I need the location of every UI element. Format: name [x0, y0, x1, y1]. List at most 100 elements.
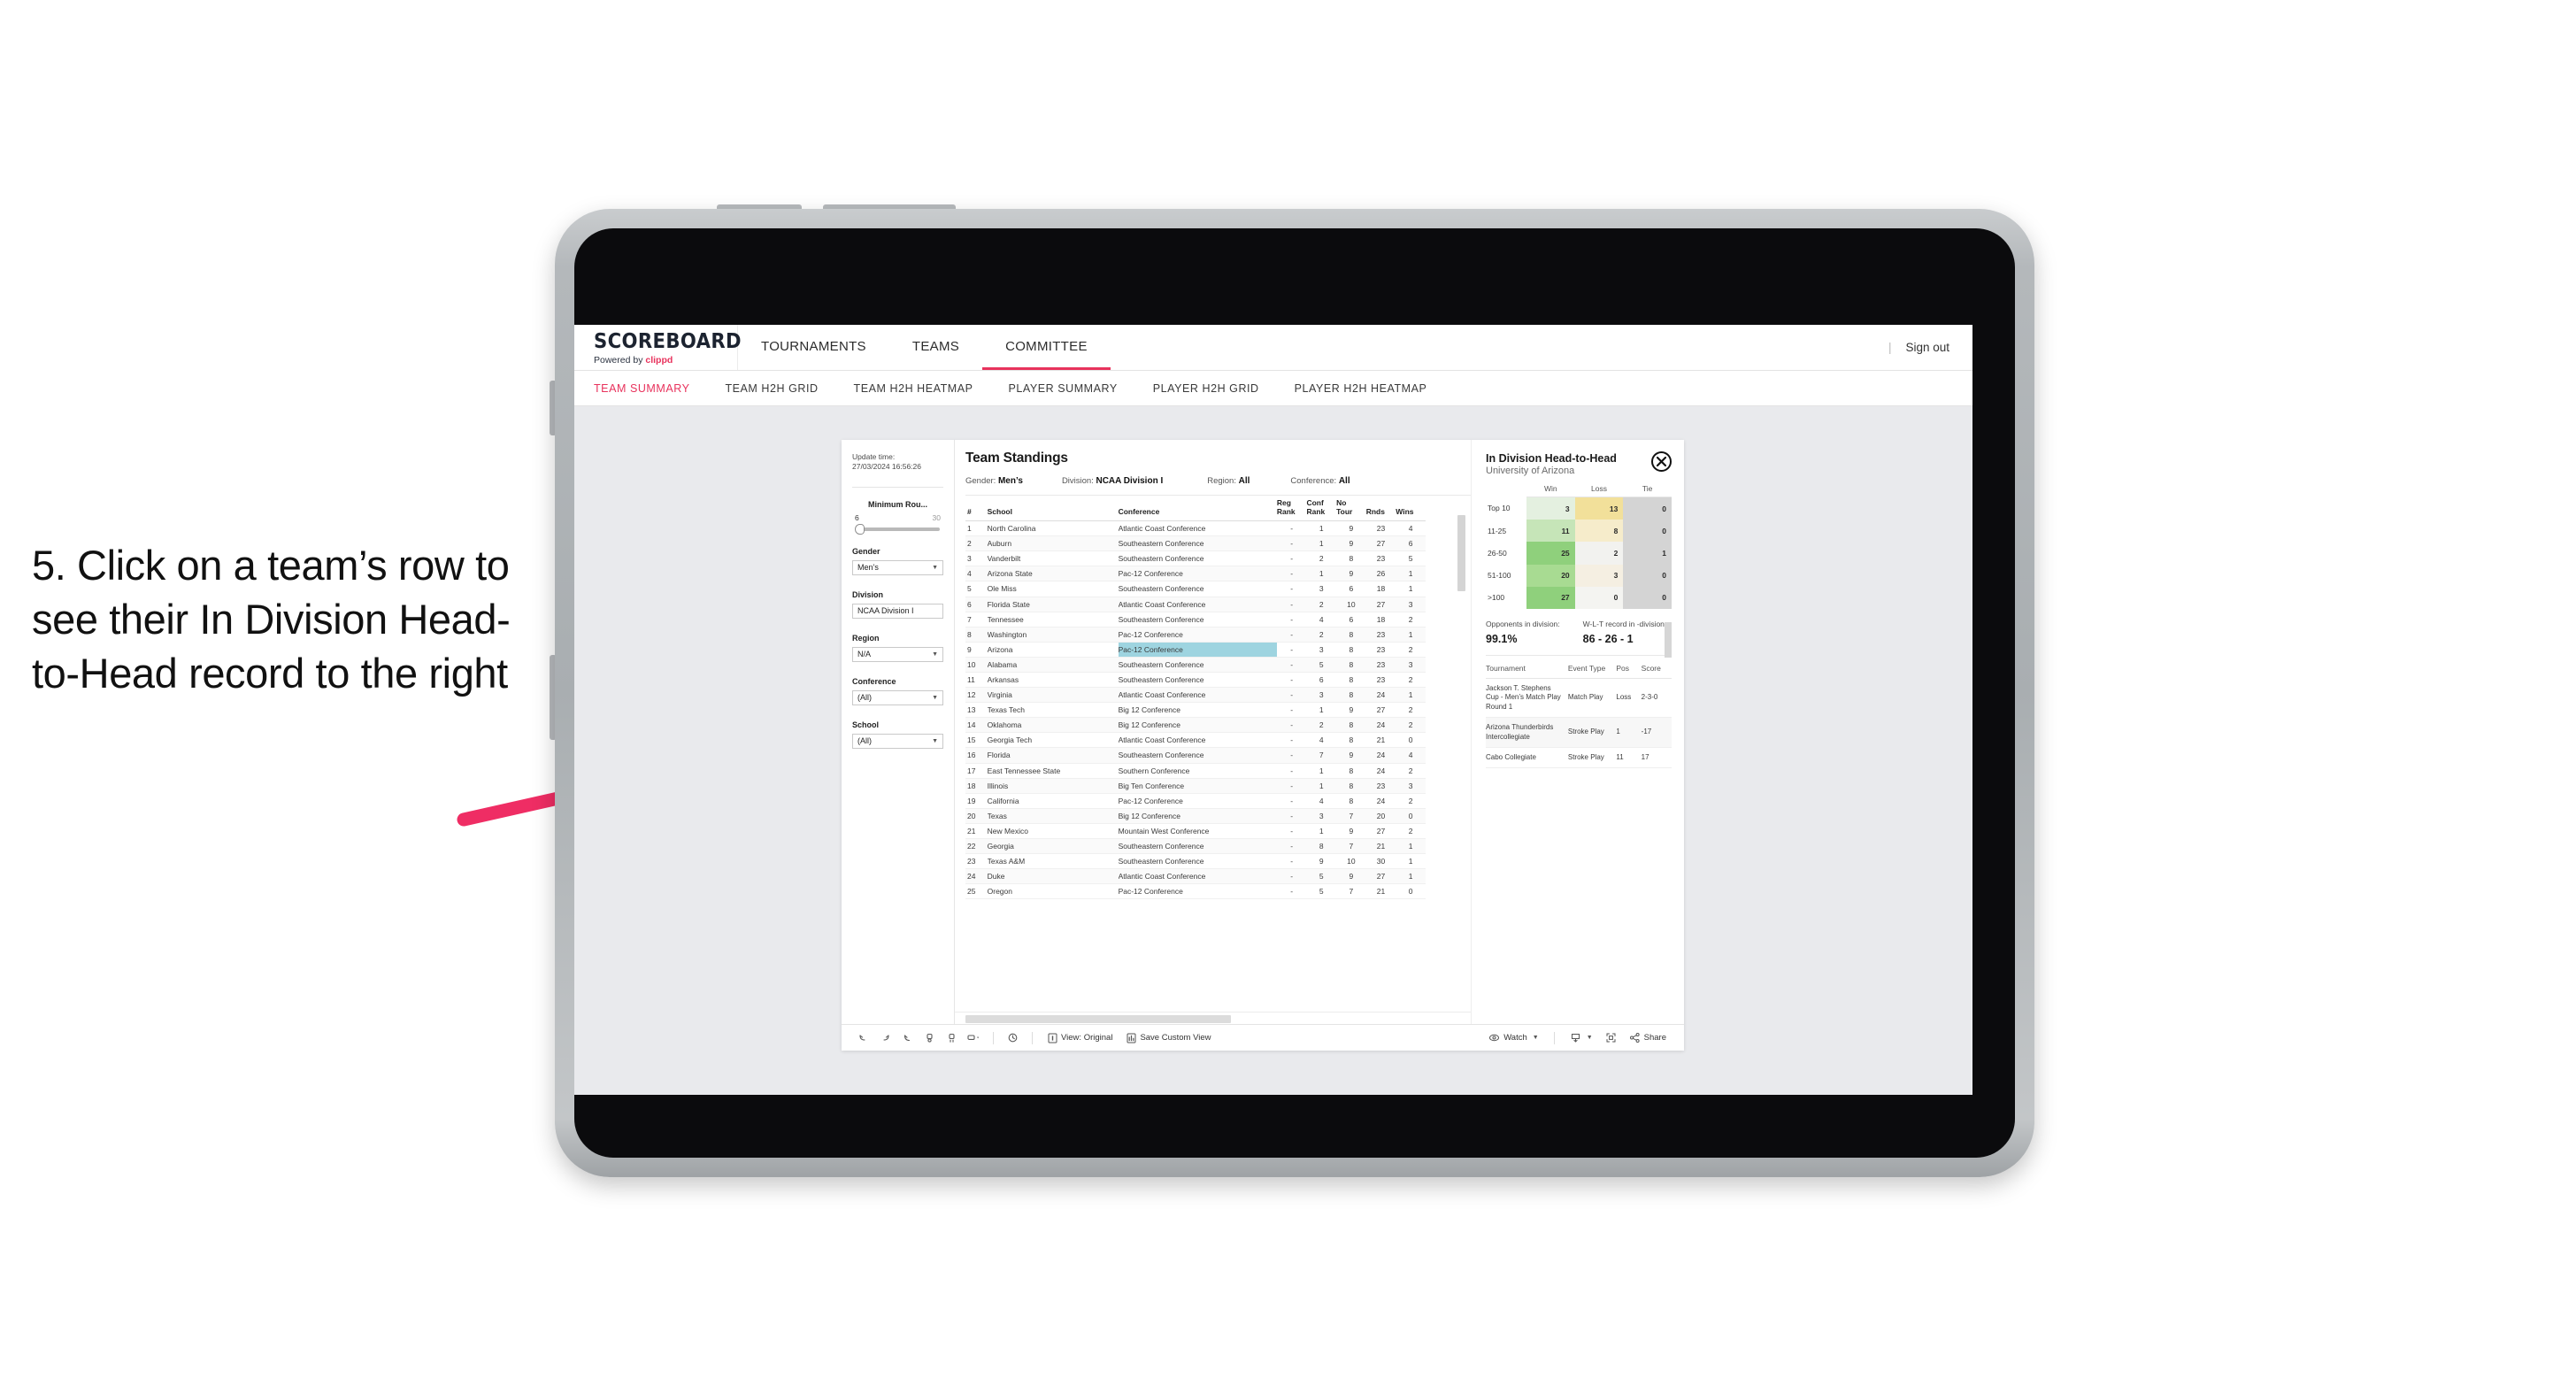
cell-rnds: 23 — [1365, 642, 1396, 658]
redo-icon[interactable] — [874, 1028, 896, 1048]
refresh-icon[interactable] — [919, 1028, 941, 1048]
standings-header-row: # School Conference Reg Rank Conf Rank N… — [965, 496, 1426, 522]
logo-tagline-prefix: Powered by — [594, 354, 646, 366]
region-select[interactable]: N/A ▼ — [852, 646, 943, 662]
table-row[interactable]: 20 Texas Big 12 Conference -3 7 20 0 — [965, 808, 1426, 824]
table-row[interactable]: 8 Washington Pac-12 Conference -2 8 23 1 — [965, 627, 1426, 643]
cell-school: Virginia — [987, 687, 1119, 704]
table-row[interactable]: 14 Oklahoma Big 12 Conference -2 8 24 2 — [965, 717, 1426, 734]
subnav-item-team-h2h-grid[interactable]: TEAM H2H GRID — [707, 382, 835, 395]
cell-rnds: 24 — [1365, 717, 1396, 734]
tcol-pos[interactable]: Pos — [1616, 657, 1642, 679]
cell-conference: Pac-12 Conference — [1118, 627, 1277, 643]
cell-rank: 25 — [965, 883, 988, 900]
col-wins[interactable]: Wins — [1396, 496, 1426, 522]
pause-icon[interactable] — [941, 1028, 963, 1048]
cell-reg-rank: - — [1276, 808, 1307, 824]
col-reg-rank[interactable]: Reg Rank — [1276, 496, 1307, 522]
col-conf-rank[interactable]: Conf Rank — [1306, 496, 1337, 522]
revert-icon[interactable] — [896, 1028, 919, 1048]
min-rounds-slider-handle[interactable] — [855, 523, 865, 535]
cell-conf-rank: 1 — [1306, 702, 1337, 719]
table-row[interactable]: 1 North Carolina Atlantic Coast Conference… — [965, 520, 1426, 537]
col-rank[interactable]: # — [965, 496, 988, 522]
table-row[interactable]: 21 New Mexico Mountain West Conference -1 9 2… — [965, 823, 1426, 840]
cell-no-tour: 9 — [1336, 868, 1366, 885]
close-icon[interactable] — [1651, 451, 1672, 472]
brand-logo[interactable]: SCOREBOARD Powered by clippd — [574, 325, 742, 370]
save-custom-view-button[interactable]: Save Custom View — [1119, 1028, 1218, 1048]
conference-label: Conference — [852, 676, 896, 686]
cell-reg-rank: - — [1276, 717, 1307, 734]
download-button[interactable]: ▼ — [1563, 1028, 1600, 1048]
h2h-row-label: Top 10 — [1486, 497, 1526, 520]
table-row[interactable]: 12 Virginia Atlantic Coast Conference -3 8 24… — [965, 687, 1426, 704]
min-rounds-slider-track[interactable] — [855, 523, 940, 535]
col-no-tour[interactable]: No Tour — [1336, 496, 1366, 522]
chevron-down-icon: ▼ — [932, 651, 938, 658]
topnav-item-committee[interactable]: COMMITTEE — [982, 325, 1111, 370]
school-select[interactable]: (All) ▼ — [852, 733, 943, 749]
tcol-tournament[interactable]: Tournament — [1486, 657, 1568, 679]
cell-no-tour: 7 — [1336, 883, 1366, 900]
table-row[interactable]: 5 Ole Miss Southeastern Conference -3 6 18 1 — [965, 581, 1426, 597]
tournament-row[interactable]: Cabo Collegiate Stroke Play 11 17 — [1486, 747, 1672, 769]
col-conference[interactable]: Conference — [1118, 496, 1277, 522]
table-row[interactable]: 15 Georgia Tech Atlantic Coast Conference -… — [965, 732, 1426, 749]
cell-conf-rank: 7 — [1306, 747, 1337, 764]
fullscreen-icon[interactable] — [1600, 1028, 1622, 1048]
table-row[interactable]: 4 Arizona State Pac-12 Conference -1 9 26 1 — [965, 566, 1426, 582]
subnav-item-player-summary[interactable]: PLAYER SUMMARY — [991, 382, 1135, 395]
table-row[interactable]: 2 Auburn Southeastern Conference -1 9 27 6 — [965, 535, 1426, 552]
standings-horizontal-scrollbar[interactable] — [965, 1015, 1231, 1023]
table-row[interactable]: 11 Arkansas Southeastern Conference -6 8 23 2 — [965, 672, 1426, 689]
table-row[interactable]: 16 Florida Southeastern Conference -7 9 24 4 — [965, 747, 1426, 764]
table-row[interactable]: 22 Georgia Southeastern Conference -8 7 21 1 — [965, 838, 1426, 855]
table-row[interactable]: 13 Texas Tech Big 12 Conference -1 9 27 2 — [965, 702, 1426, 719]
table-row[interactable]: 23 Texas A&M Southeastern Conference -9 10 30… — [965, 853, 1426, 870]
gender-label: Gender — [852, 546, 880, 556]
stat-opponents-label: Opponents in division: — [1486, 619, 1560, 628]
table-row[interactable]: 10 Alabama Southeastern Conference -5 8 23 3 — [965, 657, 1426, 673]
view-original-button[interactable]: View: Original — [1041, 1028, 1119, 1048]
table-row[interactable]: 17 East Tennessee State Southern Conferenc… — [965, 763, 1426, 779]
topnav-item-tournaments[interactable]: TOURNAMENTS — [738, 325, 889, 370]
subnav-item-team-h2h-heatmap[interactable]: TEAM H2H HEATMAP — [836, 382, 991, 395]
rectangle-select-icon[interactable] — [963, 1028, 985, 1048]
tcol-score[interactable]: Score — [1641, 657, 1672, 679]
gender-select[interactable]: Men’s ▼ — [852, 559, 943, 575]
standings-vertical-scrollbar[interactable] — [1457, 515, 1465, 591]
topnav-item-teams[interactable]: TEAMS — [889, 325, 982, 370]
cell-conference: Atlantic Coast Conference — [1118, 597, 1277, 612]
tournament-row[interactable]: Arizona Thunderbirds Intercollegiate Stro… — [1486, 717, 1672, 748]
subnav-item-player-h2h-heatmap[interactable]: PLAYER H2H HEATMAP — [1277, 382, 1445, 395]
watch-button[interactable]: Watch ▼ — [1481, 1028, 1546, 1048]
table-row[interactable]: 7 Tennessee Southeastern Conference -4 6 18 2 — [965, 612, 1426, 628]
table-row[interactable]: 19 California Pac-12 Conference -4 8 24 2 — [965, 793, 1426, 809]
tournament-row[interactable]: Jackson T. Stephens Cup - Men’s Match Pl… — [1486, 678, 1672, 719]
col-rnds[interactable]: Rnds — [1365, 496, 1396, 522]
sign-out-link[interactable]: Sign out — [1905, 341, 1949, 354]
min-rounds-filter[interactable]: Minimum Rou... 6 30 — [852, 500, 943, 535]
share-button[interactable]: Share — [1622, 1028, 1673, 1048]
clock-icon[interactable] — [1002, 1028, 1024, 1048]
subnav-item-player-h2h-grid[interactable]: PLAYER H2H GRID — [1135, 382, 1277, 395]
cell-reg-rank: - — [1276, 520, 1307, 537]
table-row[interactable]: 18 Illinois Big Ten Conference -1 8 23 3 — [965, 778, 1426, 794]
table-row[interactable]: 9 Arizona Pac-12 Conference -3 8 23 2 — [965, 642, 1426, 658]
tcol-event-type[interactable]: Event Type — [1567, 657, 1617, 679]
table-row[interactable]: 25 Oregon Pac-12 Conference -5 7 21 0 — [965, 883, 1426, 900]
undo-icon[interactable] — [852, 1028, 874, 1048]
table-row[interactable]: 3 Vanderbilt Southeastern Conference -2 8 23 5 — [965, 551, 1426, 567]
cell-rank: 6 — [965, 597, 988, 612]
h2h-cell-win: 25 — [1526, 542, 1575, 565]
cell-pos: Loss — [1616, 678, 1642, 719]
conference-select[interactable]: (All) ▼ — [852, 689, 943, 705]
division-select[interactable]: NCAA Division I — [852, 603, 943, 619]
subnav-item-team-summary[interactable]: TEAM SUMMARY — [594, 382, 707, 395]
dashboard-body: Update time: 27/03/2024 16:56:26 Minimum… — [842, 440, 1684, 1024]
table-row[interactable]: 6 Florida State Atlantic Coast Conference -… — [965, 597, 1426, 612]
col-school[interactable]: School — [987, 496, 1119, 522]
table-row[interactable]: 24 Duke Atlantic Coast Conference -5 9 27 1 — [965, 868, 1426, 885]
tournament-scrollbar[interactable] — [1665, 622, 1672, 658]
